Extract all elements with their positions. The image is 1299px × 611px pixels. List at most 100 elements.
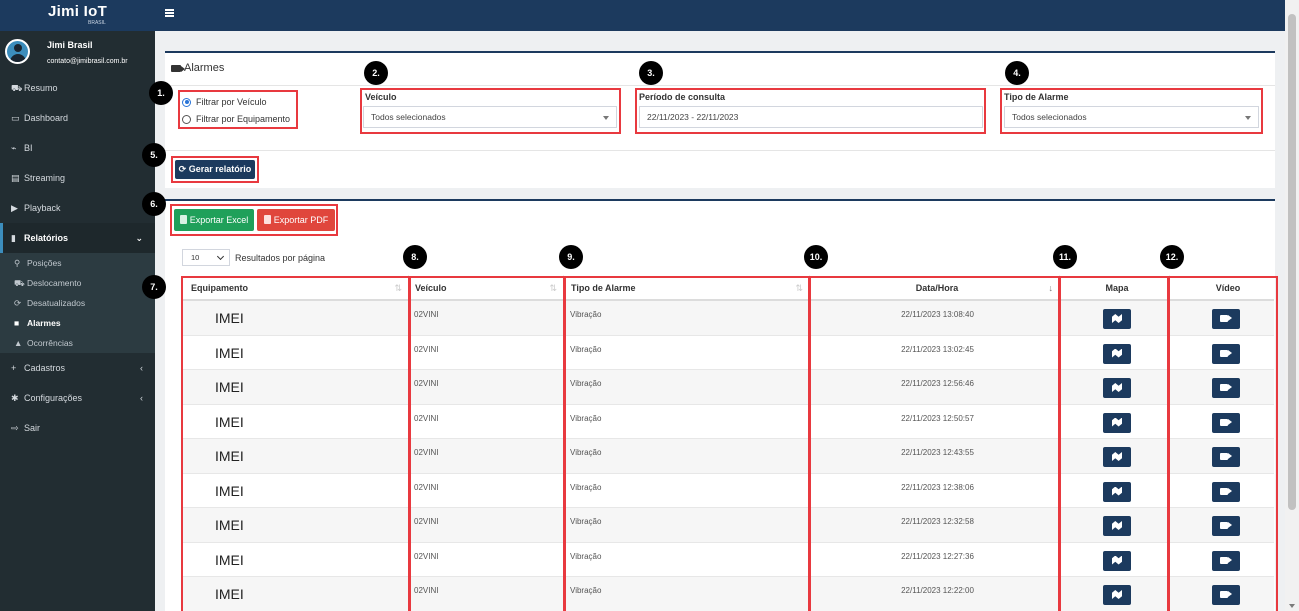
- chevron-left-icon: ‹: [140, 393, 143, 403]
- divider: [165, 85, 1275, 86]
- export-excel-button[interactable]: Exportar Excel: [174, 209, 254, 231]
- radio-label: Filtrar por Veículo: [196, 97, 267, 107]
- sidebar-item-playback[interactable]: ▶ Playback: [0, 193, 155, 223]
- badge-6: 6.: [142, 192, 166, 216]
- vehicle-select[interactable]: Todos selecionados: [363, 106, 617, 128]
- sidebar-subitem-label: Ocorrências: [27, 338, 73, 348]
- chevron-down-icon: ⌄: [135, 233, 143, 243]
- sidebar-item-label: Playback: [24, 203, 61, 213]
- period-label: Período de consulta: [639, 92, 726, 102]
- badge-12: 12.: [1160, 245, 1184, 269]
- sidebar-subitem-posicoes[interactable]: ⚲ Posições: [0, 253, 155, 273]
- video-camera-icon: ■: [14, 318, 20, 328]
- chevron-left-icon: ‹: [140, 363, 143, 373]
- sidebar-subitem-deslocamento[interactable]: ⛟ Deslocamento: [0, 273, 155, 293]
- highlight-box-11: [1059, 276, 1169, 611]
- sidebar-item-label: Cadastros: [24, 363, 66, 373]
- gear-icon: ✱: [11, 393, 19, 403]
- scroll-down-icon[interactable]: [1289, 604, 1295, 608]
- warning-icon: ▲: [14, 338, 23, 348]
- refresh-icon: ⟳: [178, 164, 189, 174]
- results-panel: Exportar Excel Exportar PDF 10 Resultado…: [165, 199, 1278, 611]
- sidebar-item-cadastros[interactable]: + Cadastros ‹: [0, 353, 155, 383]
- radio-filter-vehicle[interactable]: Filtrar por Veículo: [182, 97, 267, 107]
- alarm-type-label: Tipo de Alarme: [1004, 92, 1069, 102]
- generate-report-label: Gerar relatório: [188, 164, 252, 174]
- submenu-relatorios: ⚲ Posições ⛟ Deslocamento ⟳ Desatualizados …: [0, 253, 155, 353]
- sidebar-item-label: Configurações: [24, 393, 83, 403]
- sidebar-item-label: Streaming: [24, 173, 66, 183]
- radio-filter-equipment[interactable]: Filtrar por Equipamento: [182, 114, 290, 124]
- top-bar: Jimi IoT BRASIL: [0, 0, 1285, 31]
- sidebar-item-bi[interactable]: ⌁ BI: [0, 133, 155, 163]
- sign-out-icon: ⇨: [11, 423, 19, 433]
- sidebar-item-relatorios[interactable]: ▮ Relatórios ⌄: [0, 223, 155, 253]
- sidebar-item-label: Relatórios: [24, 233, 69, 243]
- sidebar-item-streaming[interactable]: ▤ Streaming: [0, 163, 155, 193]
- brand-sub: BRASIL: [88, 20, 106, 26]
- vehicle-select-value: Todos selecionados: [371, 112, 446, 122]
- sidebar-item-label: Resumo: [24, 83, 58, 93]
- sidebar-item-label: Sair: [24, 423, 41, 433]
- page-title: Alarmes: [171, 62, 224, 74]
- page-title-text: Alarmes: [184, 62, 225, 74]
- badge-3: 3.: [639, 61, 663, 85]
- alarm-type-select-value: Todos selecionados: [1012, 112, 1087, 122]
- highlight-box-7: [181, 276, 410, 611]
- chart-icon: ⌁: [11, 143, 17, 153]
- user-panel: Jimi Brasil contato@jimibrasil.com.br: [0, 31, 155, 73]
- sidebar-item-label: BI: [24, 143, 33, 153]
- badge-2: 2.: [364, 61, 388, 85]
- dashboard-icon: ⛟: [11, 83, 23, 93]
- highlight-box-8: [409, 276, 565, 611]
- file-pdf-icon: [263, 215, 271, 224]
- sidebar-subitem-alarmes[interactable]: ■ Alarmes: [0, 313, 155, 333]
- plus-icon: +: [11, 363, 17, 373]
- film-icon: ▤: [11, 173, 20, 183]
- avatar: [5, 39, 30, 64]
- map-marker-icon: ⚲: [14, 258, 21, 268]
- sidebar-subitem-label: Deslocamento: [27, 278, 82, 288]
- sidebar-nav-bottom: + Cadastros ‹ ✱ Configurações ‹ ⇨ Sair: [0, 353, 155, 443]
- scrollbar-thumb[interactable]: [1288, 14, 1296, 510]
- user-email: contato@jimibrasil.com.br: [47, 58, 128, 65]
- period-date-range-input[interactable]: 22/11/2023 - 22/11/2023: [639, 106, 983, 128]
- per-page-label: Resultados por página: [235, 252, 326, 263]
- generate-report-button[interactable]: ⟳ Gerar relatório: [175, 160, 255, 179]
- alarm-type-select[interactable]: Todos selecionados: [1004, 106, 1259, 128]
- badge-10: 10.: [804, 245, 828, 269]
- play-icon: ▶: [11, 203, 18, 213]
- per-page-select[interactable]: 10: [182, 249, 230, 266]
- sidebar-nav: ⛟ Resumo ▭ Dashboard ⌁ BI ▤ Streaming ▶ Playb…: [0, 73, 155, 253]
- file-icon: ▮: [11, 233, 16, 243]
- sidebar-item-dashboard[interactable]: ▭ Dashboard: [0, 103, 155, 133]
- radio-unchecked[interactable]: [182, 114, 191, 124]
- sidebar-subitem-label: Desatualizados: [27, 298, 86, 308]
- caret-down-icon: [603, 116, 609, 120]
- video-camera-icon: [171, 64, 185, 72]
- sidebar-item-resumo[interactable]: ⛟ Resumo: [0, 73, 155, 103]
- filter-panel: Alarmes Filtrar por Veículo Filtrar por …: [165, 51, 1275, 188]
- export-pdf-button[interactable]: Exportar PDF: [257, 209, 335, 231]
- sidebar-subitem-label: Alarmes: [27, 318, 61, 328]
- sidebar-subitem-ocorrencias[interactable]: ▲ Ocorrências: [0, 333, 155, 353]
- radio-checked[interactable]: [182, 97, 191, 107]
- badge-1: 1.: [149, 81, 173, 105]
- badge-11: 11.: [1053, 245, 1077, 269]
- page-scrollbar[interactable]: [1285, 0, 1299, 611]
- brand-name: Jimi IoT: [47, 3, 108, 20]
- badge-8: 8.: [403, 245, 427, 269]
- hamburger-icon[interactable]: [165, 9, 174, 17]
- caret-down-icon: [1245, 116, 1251, 120]
- vehicle-label: Veículo: [365, 92, 397, 102]
- badge-7: 7.: [142, 275, 166, 299]
- logo[interactable]: Jimi IoT BRASIL: [0, 0, 155, 31]
- sidebar-item-configuracoes[interactable]: ✱ Configurações ‹: [0, 383, 155, 413]
- refresh-icon: ⟳: [14, 298, 22, 308]
- divider: [165, 150, 1275, 151]
- sidebar-item-sair[interactable]: ⇨ Sair: [0, 413, 155, 443]
- highlight-box-12: [1168, 276, 1278, 611]
- export-pdf-label: Exportar PDF: [273, 215, 329, 225]
- badge-5: 5.: [142, 143, 166, 167]
- sidebar-subitem-desatualizados[interactable]: ⟳ Desatualizados: [0, 293, 155, 313]
